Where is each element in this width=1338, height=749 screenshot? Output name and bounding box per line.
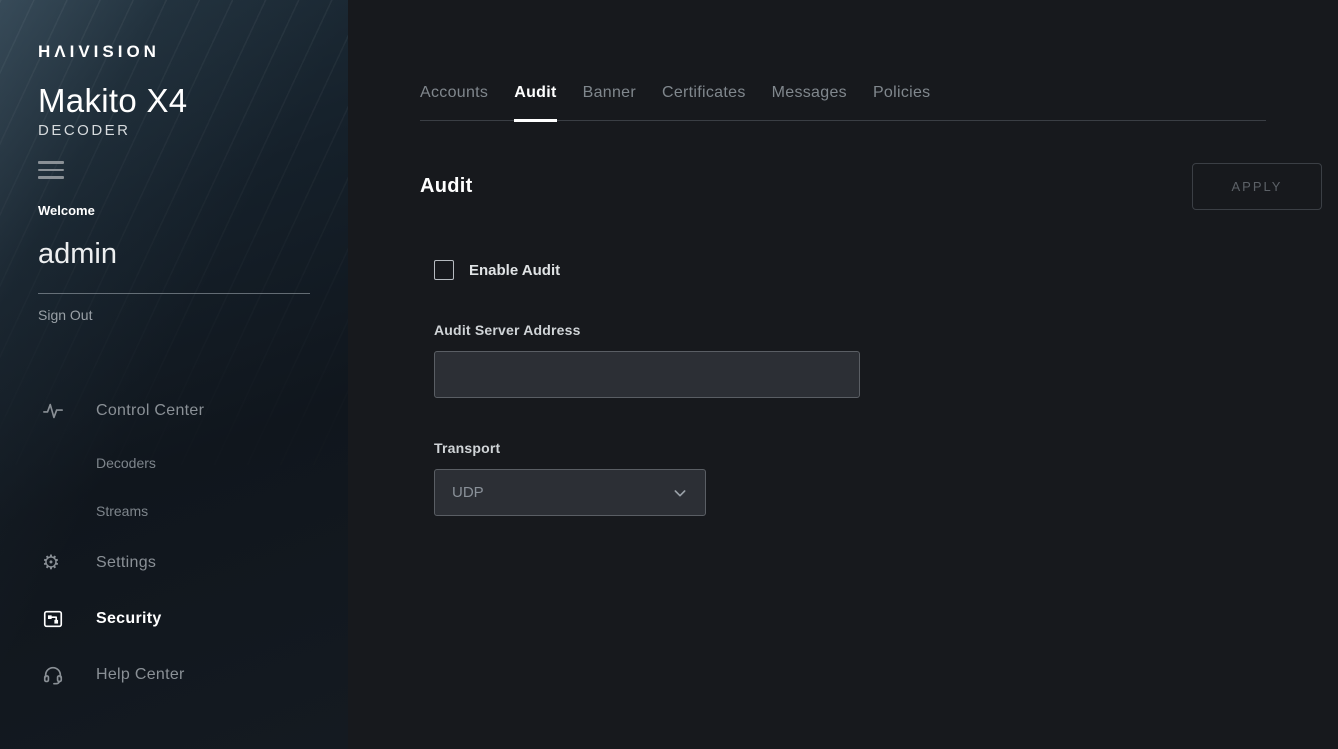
page-title: Audit (420, 175, 473, 198)
page-header: Audit APPLY (420, 163, 1322, 210)
tab-audit[interactable]: Audit (514, 84, 556, 120)
hamburger-menu-icon[interactable] (38, 161, 64, 179)
sidebar-item-control-center[interactable]: Control Center (38, 383, 348, 439)
sidebar-item-streams[interactable]: Streams (38, 487, 348, 535)
transport-group: Transport UDP (434, 440, 1266, 516)
sign-out-link[interactable]: Sign Out (38, 307, 348, 323)
sidebar-item-security[interactable]: Security (38, 591, 348, 647)
sidebar-item-label: Security (96, 610, 162, 628)
username: admin (38, 238, 348, 271)
main-content: Accounts Audit Banner Certificates Messa… (348, 0, 1338, 749)
haivision-logo: HΛIVISION (38, 42, 348, 62)
product-name: Makito X4 (38, 82, 348, 120)
sidebar: HΛIVISION Makito X4 DECODER Welcome admi… (0, 0, 348, 749)
product-subtitle: DECODER (38, 122, 348, 139)
gear-icon: ⚙ (38, 553, 96, 573)
audit-server-group: Audit Server Address (434, 322, 1266, 398)
enable-audit-row: Enable Audit (434, 260, 1266, 280)
transport-selected-value: UDP (452, 484, 484, 501)
sidebar-item-label: Help Center (96, 666, 185, 684)
app-window: HΛIVISION Makito X4 DECODER Welcome admi… (0, 0, 1338, 749)
audit-form: Enable Audit Audit Server Address Transp… (434, 260, 1266, 516)
security-icon (38, 608, 96, 630)
tab-certificates[interactable]: Certificates (662, 84, 746, 120)
audit-server-input[interactable] (434, 351, 860, 398)
tab-messages[interactable]: Messages (772, 84, 847, 120)
sidebar-item-help-center[interactable]: Help Center (38, 647, 348, 703)
sidebar-item-decoders[interactable]: Decoders (38, 439, 348, 487)
audit-server-label: Audit Server Address (434, 322, 1266, 338)
transport-label: Transport (434, 440, 1266, 456)
sidebar-nav: Control Center Decoders Streams ⚙ Settin… (38, 383, 348, 703)
enable-audit-checkbox[interactable] (434, 260, 454, 280)
sidebar-item-label: Settings (96, 554, 156, 572)
chevron-down-icon (672, 485, 688, 501)
control-center-icon (38, 400, 96, 422)
apply-button[interactable]: APPLY (1192, 163, 1322, 210)
tab-banner[interactable]: Banner (583, 84, 636, 120)
sidebar-item-label: Control Center (96, 402, 204, 420)
tab-policies[interactable]: Policies (873, 84, 931, 120)
transport-select[interactable]: UDP (434, 469, 706, 516)
enable-audit-label[interactable]: Enable Audit (469, 262, 560, 279)
tab-accounts[interactable]: Accounts (420, 84, 488, 120)
headset-icon (38, 664, 96, 686)
sidebar-divider (38, 293, 310, 294)
tab-bar: Accounts Audit Banner Certificates Messa… (420, 84, 1266, 121)
sidebar-item-settings[interactable]: ⚙ Settings (38, 535, 348, 591)
welcome-label: Welcome (38, 203, 348, 218)
